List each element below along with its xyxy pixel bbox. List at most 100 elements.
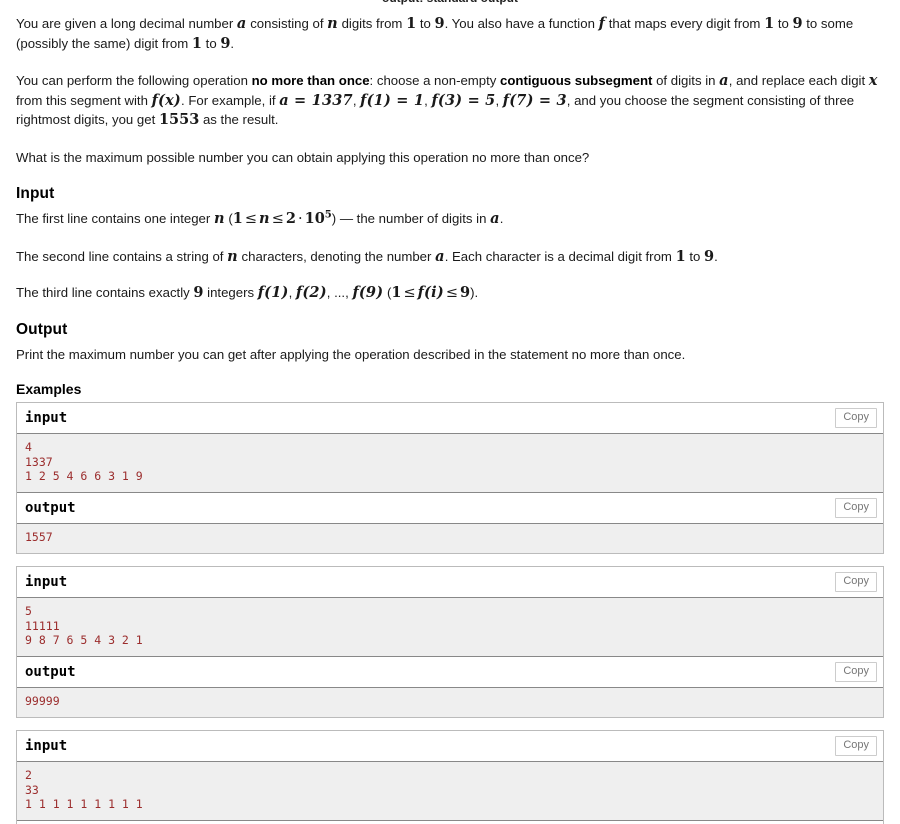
copy-input-button-2[interactable]: Copy (835, 572, 877, 592)
math-le-1: ≤ (244, 211, 257, 227)
math-f9: f(9) (352, 284, 384, 301)
p1-text-6: that maps every digit from (605, 16, 765, 31)
statement-paragraph-2: You can perform the following operation … (16, 71, 884, 130)
in3-text-2: integers (203, 285, 258, 300)
math-f2: f(2) (295, 284, 327, 301)
math-one-b: 1 (764, 15, 775, 32)
in3-text-1: The third line contains exactly (16, 285, 194, 300)
sample-test-2: input Copy 5 11111 9 8 7 6 5 4 3 2 1 out… (16, 566, 884, 718)
math-x: x (868, 72, 878, 89)
input-line-3: The third line contains exactly 9 intege… (16, 283, 884, 304)
p2-text-9: , (495, 92, 503, 108)
math-fi-high: 9 (460, 284, 471, 301)
input-content-3[interactable]: 2 33 1 1 1 1 1 1 1 1 1 (17, 762, 883, 820)
math-a-equals-1337: a = 1337 (279, 91, 353, 109)
output-label-2: output (25, 663, 76, 680)
math-result-1553: 1553 (158, 111, 200, 128)
input-label-1: input (25, 410, 68, 426)
math-nine-count: 9 (193, 284, 204, 301)
sample-tests: Examples input Copy 4 1337 1 2 5 4 6 6 3… (16, 381, 884, 824)
in2-text-3: . Each character is a decimal digit from (444, 248, 676, 264)
in3-text-4: , ..., (326, 285, 353, 300)
output-section-text: Print the maximum number you can get aft… (16, 346, 686, 362)
input-content-1[interactable]: 4 1337 1 2 5 4 6 6 3 1 9 (17, 434, 883, 492)
copy-output-button-2[interactable]: Copy (835, 661, 877, 682)
math-le-fi-2: ≤ (445, 285, 459, 301)
in2-text-4: to (685, 248, 704, 264)
math-a-input: a (490, 210, 500, 227)
input-content-2[interactable]: 5 11111 9 8 7 6 5 4 3 2 1 (17, 598, 883, 656)
p1-text-2: consisting of (246, 16, 328, 31)
in2-text-1: The second line contains a string of (16, 248, 228, 264)
math-nine-b: 9 (792, 15, 803, 32)
input-label-3: input (25, 738, 68, 754)
input-label-2: input (25, 574, 68, 590)
math-f1-equals-1: f(1) = 1 (360, 91, 425, 109)
p2-text-6: . For example, if (181, 92, 280, 108)
math-n-string: n (227, 247, 238, 265)
math-a-2: a (719, 72, 729, 89)
math-one-c: 1 (191, 34, 202, 52)
math-cdot: · (298, 211, 303, 227)
p2-text-11: as the result. (199, 112, 279, 127)
in3-text-6: ). (470, 285, 479, 300)
math-n-input: n (213, 210, 225, 227)
p2-text-4: , and replace each digit (728, 73, 869, 88)
output-title-2: output Copy (17, 655, 883, 688)
math-one: 1 (406, 15, 417, 32)
p2-bold-no-more-than-once: no more than once (251, 73, 370, 88)
p2-text-2: : choose a non-empty (369, 73, 501, 88)
input-line-2: The second line contains a string of n c… (16, 247, 884, 267)
output-section-title: Output (16, 320, 68, 338)
math-n-constraint: n (259, 210, 270, 227)
sample-test-3: input Copy 2 33 1 1 1 1 1 1 1 1 1 output… (16, 730, 884, 824)
output-title-1: output Copy (17, 491, 883, 524)
input-title-1: input Copy (17, 403, 883, 434)
math-digit-one: 1 (675, 247, 686, 265)
output-title-3: output Copy (17, 819, 883, 824)
problem-statement-page: output: standard output You are given a … (0, 0, 900, 824)
in1-text-4: . (499, 211, 504, 226)
math-f7-equals-3: f(7) = 3 (502, 91, 567, 109)
statement-paragraph-1: You are given a long decimal number a co… (16, 14, 884, 53)
in3-text-3: , (288, 285, 296, 300)
math-exponent-five: 5 (324, 209, 332, 221)
p1-text-7: to (774, 16, 793, 31)
p1-text-1: You are given a long decimal number (16, 16, 237, 31)
math-a: a (236, 15, 247, 32)
math-f-of-x: f(x) (151, 91, 181, 109)
math-le-2: ≤ (271, 211, 284, 227)
p2-bold-contiguous-subsegment: contiguous subsegment (500, 73, 653, 88)
math-f-of-i: f(i) (417, 284, 444, 301)
copy-input-button-3[interactable]: Copy (835, 736, 877, 756)
in2-text-2: characters, denoting the number (237, 248, 436, 264)
statement-content: You are given a long decimal number a co… (0, 0, 900, 824)
output-content-1[interactable]: 1557 (17, 523, 883, 553)
math-nine-c: 9 (220, 34, 231, 52)
p2-text-5: from this segment with (16, 92, 152, 108)
p1-text-5: . You also have a function (444, 16, 599, 31)
input-title-2: input Copy (17, 567, 883, 598)
p2-text-3: of digits in (652, 73, 720, 88)
in1-text-1: The first line contains one integer (16, 211, 214, 226)
math-le-fi-1: ≤ (403, 285, 416, 301)
examples-title: Examples (16, 381, 82, 397)
output-label-1: output (25, 499, 76, 516)
p1-text-4: to (416, 16, 435, 31)
math-fi-low: 1 (391, 284, 402, 301)
p1-text-10: . (230, 35, 235, 51)
math-nine: 9 (434, 15, 445, 32)
math-f3-equals-5: f(3) = 5 (431, 91, 496, 109)
math-two: 2 (285, 210, 296, 227)
input-line-1: The first line contains one integer n (1… (16, 209, 884, 230)
in1-text-3: ) — the number of digits in (331, 211, 491, 226)
sample-test-1: input Copy 4 1337 1 2 5 4 6 6 3 1 9 outp… (16, 402, 884, 554)
copy-output-button-1[interactable]: Copy (835, 497, 877, 518)
math-n: n (327, 15, 338, 32)
math-a-string: a (435, 247, 445, 265)
copy-input-button-1[interactable]: Copy (835, 408, 877, 428)
in2-text-5: . (714, 248, 718, 264)
p1-text-3: digits from (337, 16, 407, 31)
math-f1: f(1) (257, 284, 289, 301)
output-content-2[interactable]: 99999 (17, 687, 883, 717)
